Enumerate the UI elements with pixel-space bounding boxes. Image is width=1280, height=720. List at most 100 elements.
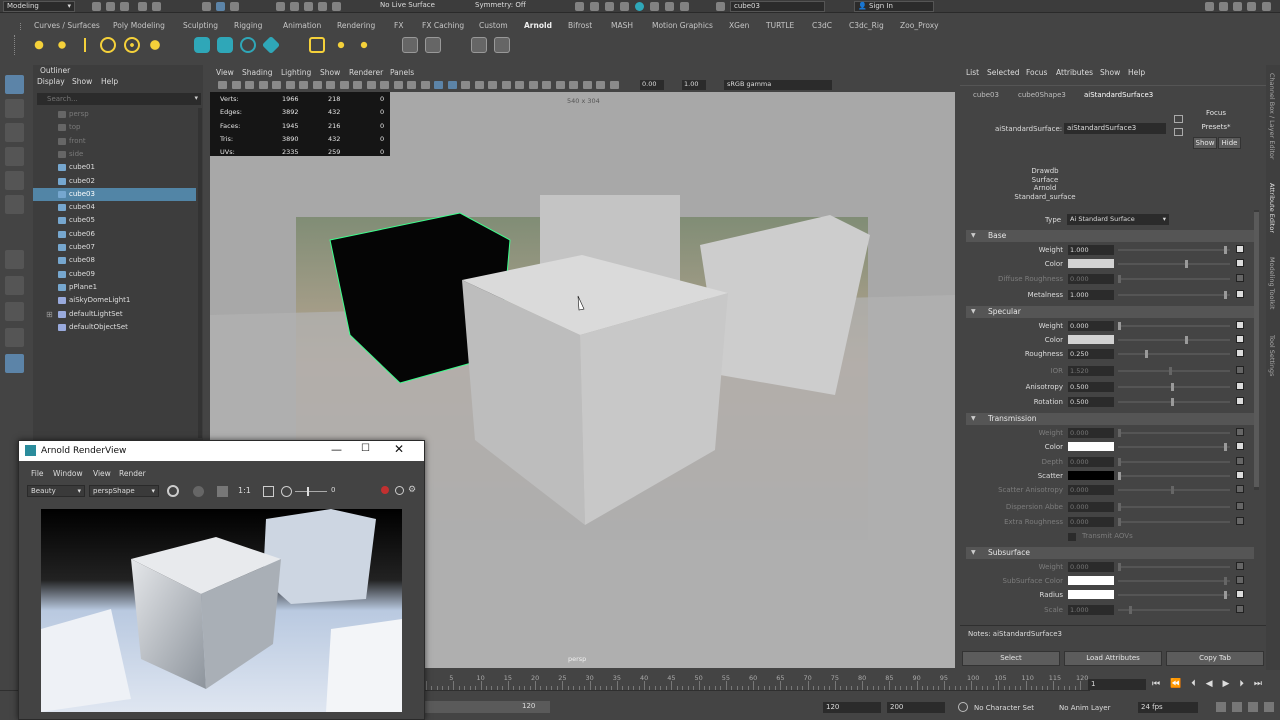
- fps-dropdown[interactable]: 24 fps: [1138, 702, 1198, 713]
- render-view-shelf-icon[interactable]: [494, 37, 510, 53]
- viewport-menu-panels[interactable]: Panels: [390, 68, 414, 77]
- maximize-icon[interactable]: ☐: [361, 443, 370, 454]
- viewport-toolbar-icon[interactable]: [474, 81, 484, 89]
- slider-knob[interactable]: [1118, 563, 1121, 571]
- shelf-tab-poly-modeling[interactable]: Poly Modeling: [113, 21, 165, 30]
- node-connect-icon[interactable]: [1174, 128, 1183, 136]
- viewport-toolbar-icon[interactable]: [609, 81, 619, 89]
- ae-menu-attributes[interactable]: Attributes: [1056, 68, 1093, 77]
- save-scene-icon[interactable]: [120, 2, 129, 11]
- flush-cache-icon[interactable]: [425, 37, 441, 53]
- standin-icon[interactable]: [194, 37, 210, 53]
- outliner-menu-help[interactable]: Help: [101, 77, 118, 86]
- map-button[interactable]: [1236, 442, 1244, 450]
- hide-button[interactable]: Hide: [1218, 137, 1241, 149]
- shelf-tab-c3dc-rig[interactable]: C3dc_Rig: [849, 21, 884, 30]
- select-by-component-icon[interactable]: [230, 2, 239, 11]
- flush-textures-icon[interactable]: [402, 37, 418, 53]
- radius-swatch[interactable]: [1068, 590, 1114, 599]
- base-color-swatch[interactable]: [1068, 259, 1114, 268]
- outliner-item-aiskydomelight1[interactable]: aiSkyDomeLight1: [33, 294, 196, 307]
- base-weight-slider[interactable]: [1118, 246, 1230, 254]
- slider-knob[interactable]: [1118, 518, 1121, 526]
- exposure-slider[interactable]: [295, 487, 327, 496]
- map-button[interactable]: [1236, 485, 1244, 493]
- toggle-attribute-editor-icon[interactable]: [1233, 2, 1242, 11]
- map-button[interactable]: [1236, 562, 1244, 570]
- shelf-tab-sculpting[interactable]: Sculpting: [183, 21, 218, 30]
- outliner-item-front[interactable]: front: [33, 135, 196, 148]
- layout-four-icon[interactable]: [5, 276, 24, 295]
- spec-color-swatch[interactable]: [1068, 335, 1114, 344]
- procedural-icon[interactable]: [261, 35, 281, 55]
- go-to-end-icon[interactable]: ⏭: [1254, 679, 1262, 689]
- viewport-toolbar-icon[interactable]: [218, 81, 227, 89]
- shelf-tab-grip[interactable]: [20, 23, 28, 30]
- viewport-toolbar-icon[interactable]: [501, 81, 511, 89]
- layout-current-icon[interactable]: [5, 354, 24, 373]
- layout-two-icon[interactable]: [5, 302, 24, 321]
- lasso-tool-icon[interactable]: [5, 99, 24, 118]
- color-space-dropdown[interactable]: sRGB gamma: [724, 80, 832, 90]
- outliner-item-defaultobjectset[interactable]: defaultObjectSet: [33, 321, 196, 334]
- spec-color-slider[interactable]: [1118, 336, 1230, 344]
- viewport-toolbar-icon[interactable]: [353, 81, 362, 89]
- outliner-item-top[interactable]: top: [33, 121, 196, 134]
- toggle-channel-box-icon[interactable]: [1262, 2, 1271, 11]
- map-button[interactable]: [1236, 502, 1244, 510]
- outliner-menu-display[interactable]: Display: [37, 77, 65, 86]
- rotation-field[interactable]: 0.500: [1068, 397, 1114, 407]
- outliner-search[interactable]: ▾: [37, 93, 201, 105]
- map-button[interactable]: [1236, 517, 1244, 525]
- viewport-toolbar-icon[interactable]: [272, 81, 281, 89]
- ipr-render-icon[interactable]: [605, 2, 614, 11]
- map-button[interactable]: [1236, 290, 1244, 298]
- map-button[interactable]: [1236, 457, 1244, 465]
- focus-button[interactable]: Focus: [1191, 108, 1241, 120]
- ae-tab-aistandardsurface3[interactable]: aiStandardSurface3: [1084, 91, 1153, 99]
- mesh-light-icon[interactable]: [54, 37, 70, 53]
- map-button[interactable]: [1236, 259, 1244, 267]
- map-button[interactable]: [1236, 349, 1244, 357]
- anisotropy-slider[interactable]: [1118, 383, 1230, 391]
- shelf-tab-motion-graphics[interactable]: Motion Graphics: [652, 21, 713, 30]
- shelf-tab-xgen[interactable]: XGen: [729, 21, 749, 30]
- play-back-icon[interactable]: ◀: [1206, 679, 1213, 689]
- map-button[interactable]: [1236, 366, 1244, 374]
- txmanager-icon[interactable]: [309, 37, 325, 53]
- viewport-toolbar-icon[interactable]: [366, 81, 376, 89]
- shelf-tab-custom[interactable]: Custom: [479, 21, 508, 30]
- map-button[interactable]: [1236, 274, 1244, 282]
- chevron-down-icon[interactable]: ▾: [194, 94, 198, 102]
- layout-single-icon[interactable]: [5, 250, 24, 269]
- rotation-slider[interactable]: [1118, 398, 1230, 406]
- anisotropy-field[interactable]: 0.500: [1068, 382, 1114, 392]
- slider-knob[interactable]: [1224, 591, 1227, 599]
- slider-knob[interactable]: [1118, 458, 1121, 466]
- light-portal-icon[interactable]: [147, 37, 163, 53]
- depth-slider[interactable]: [1118, 458, 1230, 466]
- curve-collector-icon[interactable]: [240, 37, 256, 53]
- snap-grid-icon[interactable]: [276, 2, 285, 11]
- roughness-field[interactable]: 0.250: [1068, 349, 1114, 359]
- viewport-toolbar-icon[interactable]: [339, 81, 349, 89]
- viewport-toolbar-icon[interactable]: [447, 81, 457, 89]
- snap-point-icon[interactable]: [304, 2, 313, 11]
- viewport-toolbar-icon[interactable]: [461, 81, 470, 89]
- tab-tool-settings[interactable]: Tool Settings: [1268, 335, 1276, 376]
- viewport-toolbar-icon[interactable]: [258, 81, 268, 89]
- base-color-slider[interactable]: [1118, 260, 1230, 268]
- exposure-field[interactable]: 0.00: [640, 80, 664, 90]
- viewport-menu-view[interactable]: View: [216, 68, 234, 77]
- tab-modeling-toolkit[interactable]: Modeling Toolkit: [1268, 257, 1276, 309]
- refresh-icon[interactable]: [281, 486, 292, 497]
- map-button[interactable]: [1236, 245, 1244, 253]
- viewport-toolbar-icon[interactable]: [299, 81, 308, 89]
- close-icon[interactable]: ✕: [394, 442, 404, 456]
- outliner-item-cube07[interactable]: cube07: [33, 241, 196, 254]
- select-tool-icon[interactable]: [5, 75, 24, 94]
- slider-knob[interactable]: [1224, 291, 1227, 299]
- node-select-icon[interactable]: [1174, 115, 1183, 123]
- ae-menu-show[interactable]: Show: [1100, 68, 1120, 77]
- metalness-slider[interactable]: [1118, 291, 1230, 299]
